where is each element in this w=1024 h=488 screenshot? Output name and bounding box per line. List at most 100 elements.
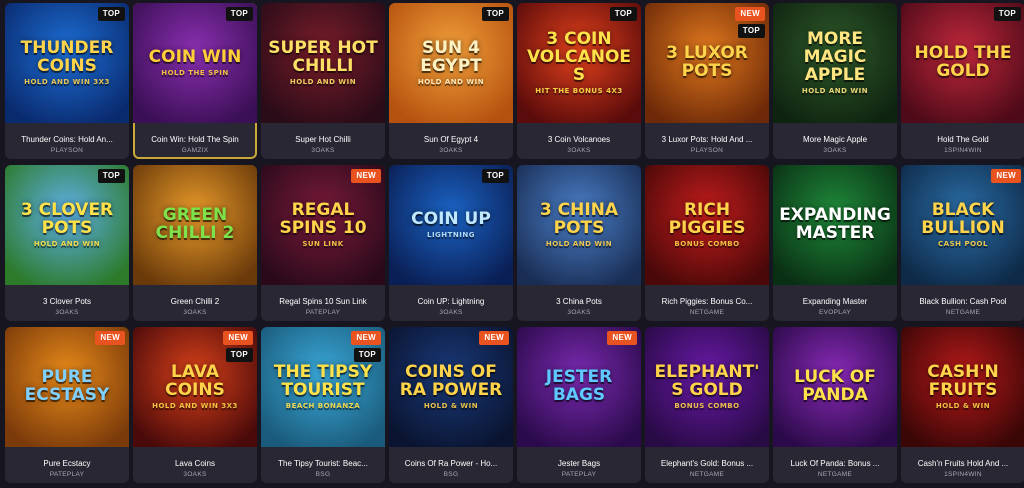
- game-card[interactable]: Sun 4 Egypt HOLD AND WIN TOP Sun Of Egypt 4…: [389, 3, 513, 159]
- game-name[interactable]: 3 China Pots: [517, 297, 641, 306]
- game-thumbnail[interactable]: Rich Piggies BONUS COMBO: [645, 165, 769, 285]
- game-name[interactable]: 3 Clover Pots: [5, 297, 129, 306]
- game-thumbnail[interactable]: Luck Of Panda: [773, 327, 897, 447]
- game-logo-text: More Magic Apple HOLD AND WIN: [773, 30, 897, 95]
- game-name[interactable]: Expanding Master: [773, 297, 897, 306]
- game-name[interactable]: Jester Bags: [517, 459, 641, 468]
- game-card[interactable]: Regal Spins 10 SUN LINK NEW Regal Spins 10 …: [261, 165, 385, 321]
- game-card[interactable]: Jester Bags NEW Jester Bags PATEPLAY: [517, 327, 641, 483]
- game-logo-title: Pure Ecstasy: [24, 367, 110, 405]
- game-card[interactable]: Pure Ecstasy NEW Pure Ecstacy PATEPLAY: [5, 327, 129, 483]
- game-logo-text: Green Chilli 2: [133, 206, 257, 243]
- game-provider: PATEPLAY: [305, 309, 341, 316]
- game-card[interactable]: Luck Of Panda Luck Of Panda: Bonus ... NET…: [773, 327, 897, 483]
- game-thumbnail[interactable]: Super Hot Chilli HOLD AND WIN: [261, 3, 385, 123]
- game-thumbnail[interactable]: Hold The Gold: [901, 3, 1024, 123]
- game-logo-subtitle: BONUS COMBO: [674, 401, 740, 410]
- game-logo-subtitle: LIGHTNING: [426, 230, 475, 239]
- game-logo-text: Regal Spins 10 SUN LINK: [261, 201, 385, 248]
- game-card[interactable]: More Magic Apple HOLD AND WIN More Magic A…: [773, 3, 897, 159]
- game-name[interactable]: More Magic Apple: [773, 135, 897, 144]
- game-card[interactable]: Hold The Gold TOP Hold The Gold 1SPIN4WIN: [901, 3, 1024, 159]
- game-logo-subtitle: HOLD AND WIN: [801, 86, 869, 95]
- game-name[interactable]: Pure Ecstacy: [5, 459, 129, 468]
- game-card[interactable]: Expanding Master Expanding Master EVOPLAY: [773, 165, 897, 321]
- game-thumbnail[interactable]: Coin Win HOLD THE SPIN: [133, 3, 257, 123]
- game-logo-title: 3 Coin Volcanoes: [526, 29, 632, 85]
- game-thumbnail[interactable]: 3 Coin Volcanoes HIT the BONUS 4x3: [517, 3, 641, 123]
- game-thumbnail[interactable]: Regal Spins 10 SUN LINK: [261, 165, 385, 285]
- game-thumbnail[interactable]: Jester Bags: [517, 327, 641, 447]
- game-provider: PLAYSON: [690, 147, 724, 154]
- game-name[interactable]: Green Chilli 2: [133, 297, 257, 306]
- badge-group: NEW TOP: [735, 7, 765, 38]
- game-provider: 3OAKS: [567, 147, 591, 154]
- game-card[interactable]: 3 Coin Volcanoes HIT the BONUS 4x3 TOP 3 Co…: [517, 3, 641, 159]
- game-thumbnail[interactable]: Black Bullion CASH POOL: [901, 165, 1024, 285]
- game-card[interactable]: The Tipsy Tourist BEACH BONANZA NEW TOP The …: [261, 327, 385, 483]
- game-thumbnail[interactable]: Coin Up LIGHTNING: [389, 165, 513, 285]
- game-logo-text: Luck Of Panda: [773, 368, 897, 405]
- game-provider: BSG: [443, 471, 459, 478]
- game-thumbnail[interactable]: Green Chilli 2: [133, 165, 257, 285]
- game-thumbnail[interactable]: Expanding Master: [773, 165, 897, 285]
- game-card[interactable]: Cash'n Fruits HOLD & WIN Cash'n Fruits Hol…: [901, 327, 1024, 483]
- game-thumbnail[interactable]: Cash'n Fruits HOLD & WIN: [901, 327, 1024, 447]
- game-thumbnail[interactable]: Thunder Coins HOLD AND WIN 3x3: [5, 3, 129, 123]
- badge-group: NEW TOP: [351, 331, 381, 362]
- game-name[interactable]: Luck Of Panda: Bonus ...: [773, 459, 897, 468]
- game-thumbnail[interactable]: Coins Of Ra Power HOLD & WIN: [389, 327, 513, 447]
- game-thumbnail[interactable]: More Magic Apple HOLD AND WIN: [773, 3, 897, 123]
- game-logo-text: Jester Bags: [517, 368, 641, 405]
- game-thumbnail[interactable]: Elephant's Gold BONUS COMBO: [645, 327, 769, 447]
- game-card[interactable]: Coin Win HOLD THE SPIN TOP Coin Win: Hold T…: [133, 3, 257, 159]
- game-provider: NETGAME: [945, 309, 981, 316]
- game-card[interactable]: 3 Clover Pots HOLD AND WIN TOP 3 Clover Pot…: [5, 165, 129, 321]
- game-name[interactable]: Rich Piggies: Bonus Co...: [645, 297, 769, 306]
- game-card[interactable]: Elephant's Gold BONUS COMBO Elephant's Gol…: [645, 327, 769, 483]
- game-thumbnail[interactable]: Pure Ecstasy: [5, 327, 129, 447]
- game-name[interactable]: 3 Coin Volcanoes: [517, 135, 641, 144]
- game-name[interactable]: Lava Coins: [133, 459, 257, 468]
- game-provider: PATEPLAY: [49, 471, 85, 478]
- top-badge: TOP: [225, 7, 253, 21]
- game-logo-text: Sun 4 Egypt HOLD AND WIN: [389, 37, 513, 86]
- game-name[interactable]: Coin UP: Lightning: [389, 297, 513, 306]
- game-logo-text: Coins Of Ra Power HOLD & WIN: [389, 363, 513, 410]
- game-name[interactable]: Cash'n Fruits Hold And ...: [901, 459, 1024, 468]
- game-logo-subtitle: HOLD AND WIN 3x3: [24, 77, 110, 86]
- game-thumbnail[interactable]: Sun 4 Egypt HOLD AND WIN: [389, 3, 513, 123]
- game-thumbnail[interactable]: 3 Clover Pots HOLD AND WIN: [5, 165, 129, 285]
- game-name[interactable]: Thunder Coins: Hold An...: [5, 135, 129, 144]
- game-name[interactable]: Coins Of Ra Power - Ho...: [389, 459, 513, 468]
- game-card[interactable]: Thunder Coins HOLD AND WIN 3x3 TOP Thunder …: [5, 3, 129, 159]
- game-card[interactable]: Super Hot Chilli HOLD AND WIN Super Hot Ch…: [261, 3, 385, 159]
- game-provider: EVOPLAY: [819, 309, 851, 316]
- game-name[interactable]: Coin Win: Hold The Spin: [133, 135, 257, 144]
- game-card[interactable]: Coin Up LIGHTNING TOP Coin UP: Lightning 3OA…: [389, 165, 513, 321]
- game-card[interactable]: 3 China Pots HOLD AND WIN 3 China Pots 3OAK…: [517, 165, 641, 321]
- game-card[interactable]: Lava Coins HOLD AND WIN 3x3 NEW TOP Lava Coi…: [133, 327, 257, 483]
- game-card[interactable]: 3 Luxor Pots NEW TOP 3 Luxor Pots: Hold And…: [645, 3, 769, 159]
- game-card[interactable]: Green Chilli 2 Green Chilli 2 3OAKS: [133, 165, 257, 321]
- game-logo-subtitle: HOLD & WIN: [935, 401, 991, 410]
- game-name[interactable]: The Tipsy Tourist: Beac...: [261, 459, 385, 468]
- game-thumbnail[interactable]: 3 China Pots HOLD AND WIN: [517, 165, 641, 285]
- game-logo-title: Sun 4 Egypt: [420, 37, 482, 76]
- game-card[interactable]: Black Bullion CASH POOL NEW Black Bullion: …: [901, 165, 1024, 321]
- game-name[interactable]: Hold The Gold: [901, 135, 1024, 144]
- badge-group: TOP: [481, 7, 509, 21]
- game-name[interactable]: Sun Of Egypt 4: [389, 135, 513, 144]
- game-card[interactable]: Coins Of Ra Power HOLD & WIN NEW Coins Of R…: [389, 327, 513, 483]
- game-name[interactable]: Elephant's Gold: Bonus ...: [645, 459, 769, 468]
- game-name[interactable]: Super Hot Chilli: [261, 135, 385, 144]
- game-name[interactable]: Black Bullion: Cash Pool: [901, 297, 1024, 306]
- game-logo-title: 3 Clover Pots: [20, 199, 114, 238]
- game-name[interactable]: Regal Spins 10 Sun Link: [261, 297, 385, 306]
- game-provider: 3OAKS: [823, 147, 847, 154]
- top-badge: TOP: [609, 7, 637, 21]
- game-provider: NETGAME: [817, 471, 853, 478]
- game-card[interactable]: Rich Piggies BONUS COMBO Rich Piggies: Bon…: [645, 165, 769, 321]
- game-name[interactable]: 3 Luxor Pots: Hold And ...: [645, 135, 769, 144]
- game-logo-title: 3 Luxor Pots: [666, 43, 748, 81]
